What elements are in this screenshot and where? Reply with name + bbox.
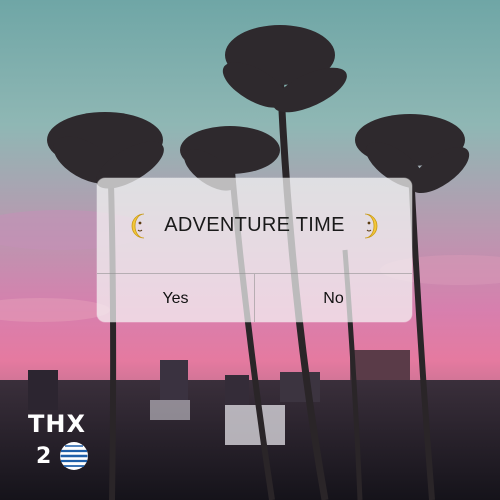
att-globe-icon — [60, 442, 88, 470]
watermark-number: 2 — [36, 444, 52, 469]
yes-button[interactable]: Yes — [97, 274, 254, 322]
dialog-actions: Yes No — [97, 273, 412, 322]
no-button[interactable]: No — [254, 274, 412, 322]
dialog-title-text: ADVENTURE TIME — [164, 214, 345, 236]
thx-watermark-text: THX — [28, 410, 86, 438]
alert-dialog: ADVENTURE TIME Yes No — [97, 178, 412, 322]
dialog-title: ADVENTURE TIME — [97, 178, 412, 273]
first-quarter-moon-face-icon — [364, 213, 378, 238]
last-quarter-moon-face-icon — [131, 213, 145, 238]
